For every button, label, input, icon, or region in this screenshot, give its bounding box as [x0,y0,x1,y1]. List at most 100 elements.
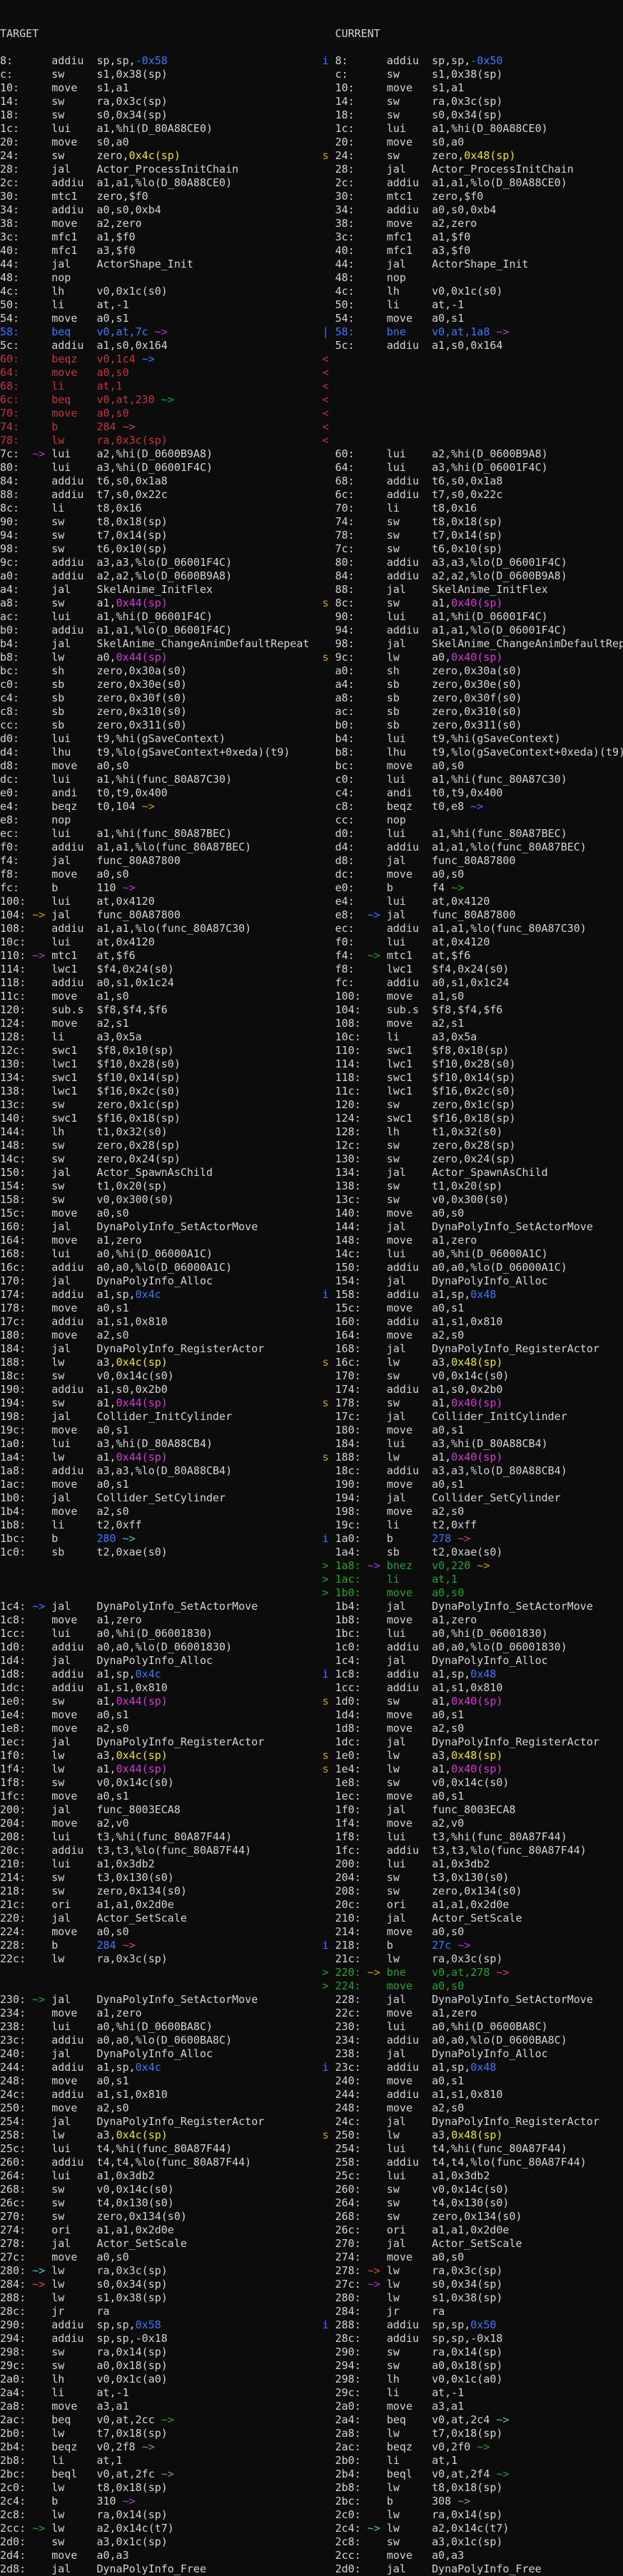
spacer [323,773,329,786]
operands: 0x4c(sp) [116,1356,168,1369]
spacer [329,1627,335,1640]
operands: at,-1 [432,2386,464,2399]
spacer [329,2088,335,2101]
spacer [368,271,387,284]
spacer [323,1898,329,1911]
operands: $f16,0x18(sp) [96,1112,180,1125]
instruction-address: 258: [0,2129,32,2141]
spacer [323,108,329,121]
spacer [329,366,335,379]
asm-diff-row: cc: sb zero,0x311(s0) b0: sb zero,0x311(… [0,719,623,732]
operands: at,1 [96,380,122,392]
instruction-address: 1f0: [335,1803,368,1816]
mnemonic: sb [51,691,96,704]
mnemonic: sh [51,664,96,677]
mnemonic: move [51,1925,96,1938]
spacer [323,1302,329,1314]
spacer [329,2007,335,2019]
spacer [32,1396,51,1409]
mnemonic: swc1 [51,1044,96,1057]
instruction-address: 44: [335,258,368,270]
spacer [32,1139,51,1152]
spacer [368,515,387,528]
spacer [329,2318,335,2331]
asm-diff-row: 2ac: beq v0,at,2cc ~> 2a4: beq v0,at,2c4… [0,2413,623,2427]
asm-diff-row: 1d4: jal DynaPolyInfo_Alloc 1c4: jal Dyn… [0,1654,623,1668]
spacer [368,2210,387,2223]
spacer [368,285,387,298]
instruction-address: 2b4: [335,2468,368,2480]
instruction-address: 3c: [335,230,368,243]
operands: $f16,0x2c(s0) [432,1085,515,1097]
diff-marker: s [323,1451,329,1464]
instruction-address: 6c: [335,488,368,501]
mnemonic: lw [51,1451,96,1464]
spacer [32,1830,51,1843]
spacer [323,1342,329,1355]
operands: ra,0x3c(sp) [432,95,502,108]
mnemonic: li [51,1518,96,1531]
spacer [329,298,335,311]
spacer [329,664,335,677]
mnemonic: move [387,2549,432,2562]
mnemonic: addiu [51,1464,96,1477]
mnemonic: move [51,366,96,379]
mnemonic: addiu [387,1383,432,1396]
operands: 0x58 [136,2318,161,2331]
mnemonic: lh [387,2373,432,2385]
operands: 0x40(sp) [451,1396,502,1409]
asm-diff-row: 230: ~> jal DynaPolyInfo_SetActorMove 22… [0,1993,623,2007]
asm-diff-row: 10c: lui at,0x4120 f0: lui at,0x4120 [0,935,623,949]
spacer [368,1451,387,1464]
spacer [129,366,323,379]
instruction-address: 108: [0,922,32,935]
diff-marker: < [323,353,329,365]
mnemonic: addiu [51,1641,96,1653]
mnemonic: swc1 [51,1071,96,1084]
instruction-address: 244: [335,2088,368,2101]
instruction-address: 238: [0,2020,32,2033]
mnemonic: lui [51,2142,96,2155]
operands: $f16,0x2c(s0) [96,1085,180,1097]
mnemonic: lw [387,2481,432,2494]
asm-diff-row: a4: jal SkelAnime_InitFlex 88: jal SkelA… [0,583,623,597]
instruction-address: c0: [335,773,368,786]
spacer [368,1437,387,1450]
spacer [323,1505,329,1518]
mnemonic: sb [387,705,432,718]
instruction-address: 2a0: [335,2400,368,2413]
instruction-address: 1ac: [0,1478,32,1491]
asm-diff-row: a0: addiu a2,a2,%lo(D_0600B9A8) 84: addi… [0,569,623,583]
operands: DynaPolyInfo_SetActorMove [96,1600,258,1613]
instruction-address: 154: [0,1180,32,1192]
instruction-address: 21c: [0,1898,32,1911]
spacer [329,176,335,189]
instruction-address: c0: [0,678,32,691]
asm-diff-row: 1ec: jal DynaPolyInfo_RegisterActor 1dc:… [0,1735,623,1749]
mnemonic: addiu [51,1383,96,1396]
operands: 0x4c(sp) [129,149,181,162]
spacer [329,786,335,799]
mnemonic: jal [387,1274,432,1287]
spacer [174,963,323,975]
operands: zero,$f0 [432,190,483,203]
mnemonic: addiu [51,203,96,216]
mnemonic: lui [387,2142,432,2155]
spacer [323,1722,329,1735]
operands: a0,s0 [96,759,128,772]
diff-marker: s [323,1396,329,1409]
instruction-address: 13c: [335,1193,368,1206]
instruction-address: 218: [0,1885,32,1897]
operands: f4 [432,881,445,894]
spacer [329,2522,335,2535]
instruction-address: 2b0: [0,2427,32,2440]
spacer [32,1180,51,1192]
mnemonic: move [51,136,96,148]
mnemonic: jal [51,1491,96,1504]
operands: a2,s0 [96,1329,128,1342]
asm-diff-row: 140: swc1 $f16,0x18(sp) 124: swc1 $f16,0… [0,1112,623,1125]
spacer [129,298,323,311]
mnemonic: move [51,81,96,94]
instruction-address: 29c: [335,2386,368,2399]
mnemonic: addiu [387,1844,432,1857]
